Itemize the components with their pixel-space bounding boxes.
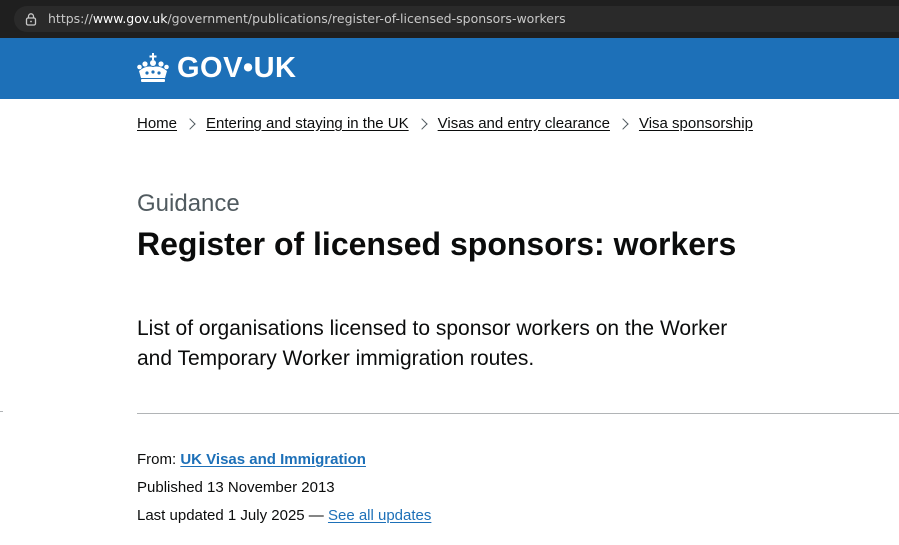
last-updated-text: Last updated 1 July 2025 — — [137, 507, 324, 524]
breadcrumb-entering-staying-uk[interactable]: Entering and staying in the UK — [206, 114, 409, 134]
metadata-published: Published 13 November 2013 — [137, 479, 335, 496]
breadcrumb-visas-entry-clearance[interactable]: Visas and entry clearance — [438, 114, 610, 134]
url-prefix: https:// — [48, 11, 93, 26]
govuk-logo-link[interactable]: GOV•UK — [136, 50, 297, 86]
logo-text: GOV•UK — [177, 51, 297, 84]
see-all-updates-link[interactable]: See all updates — [328, 507, 431, 524]
breadcrumb-home[interactable]: Home — [137, 114, 177, 134]
chevron-right-icon — [617, 118, 629, 130]
breadcrumb-visa-sponsorship[interactable]: Visa sponsorship — [639, 114, 753, 134]
section-divider — [137, 413, 899, 414]
chevron-right-icon — [415, 118, 428, 130]
browser-address-bar: https://www.gov.uk/government/publicatio… — [0, 0, 899, 38]
organisation-link[interactable]: UK Visas and Immigration — [180, 451, 366, 468]
page-caption: Guidance — [137, 190, 240, 217]
page-title: Register of licensed sponsors: workers — [137, 226, 737, 262]
url-field[interactable]: https://www.gov.uk/government/publicatio… — [14, 6, 899, 32]
edge-divider-mark — [0, 411, 3, 412]
page-lead: List of organisations licensed to sponso… — [137, 317, 728, 370]
metadata-from: From: UK Visas and Immigration — [137, 446, 431, 474]
metadata-updated: Last updated 1 July 2025 — See all updat… — [137, 502, 431, 530]
crown-icon — [137, 53, 169, 82]
url-path: /government/publications/register-of-lic… — [167, 11, 566, 26]
url-host: www.gov.uk — [92, 11, 168, 26]
lock-icon[interactable] — [24, 12, 38, 26]
govuk-header: GOV•UK — [0, 38, 899, 99]
metadata: From: UK Visas and Immigration Published… — [137, 446, 431, 530]
from-label: From: — [137, 451, 177, 468]
url-text: https://www.gov.uk/government/publicatio… — [48, 10, 566, 28]
breadcrumb: Home Entering and staying in the UK Visa… — [137, 114, 753, 134]
chevron-right-icon — [184, 118, 196, 130]
